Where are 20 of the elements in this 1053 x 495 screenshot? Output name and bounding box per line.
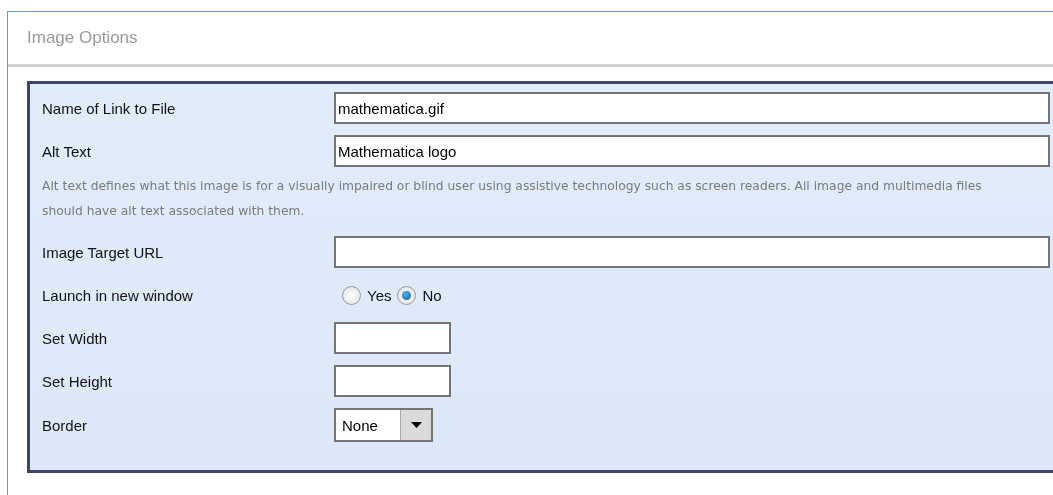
field-label: Alt Text bbox=[42, 142, 92, 160]
panel-title: Image Options bbox=[27, 28, 138, 48]
field-label: Set Height bbox=[42, 372, 114, 390]
field-label: Border bbox=[42, 416, 89, 434]
field-label: Launch in new window bbox=[42, 286, 194, 304]
field-label: Image Target URL bbox=[42, 243, 165, 261]
radio-label[interactable]: Yes bbox=[367, 286, 392, 304]
text-field[interactable] bbox=[334, 365, 451, 397]
field-label: Set Width bbox=[42, 329, 109, 347]
field-label: Name of Link to File bbox=[42, 99, 177, 117]
text-field[interactable]: Mathematica logo bbox=[334, 135, 1050, 167]
radio-button[interactable] bbox=[342, 285, 361, 305]
text-field[interactable] bbox=[334, 236, 1050, 268]
radio-button[interactable] bbox=[397, 285, 417, 305]
border-dropdown[interactable]: None bbox=[334, 408, 433, 442]
dropdown-arrow-icon bbox=[410, 422, 422, 428]
radio-label[interactable]: No bbox=[422, 286, 442, 304]
help-text: Alt text defines what this image is for a visually impaired or blind user using assistive technology such as screen readers. All image and multimedia files should have alt text associated with them. bbox=[42, 178, 983, 220]
text-field[interactable] bbox=[334, 322, 451, 354]
text-field[interactable]: mathematica.gif bbox=[334, 92, 1050, 124]
